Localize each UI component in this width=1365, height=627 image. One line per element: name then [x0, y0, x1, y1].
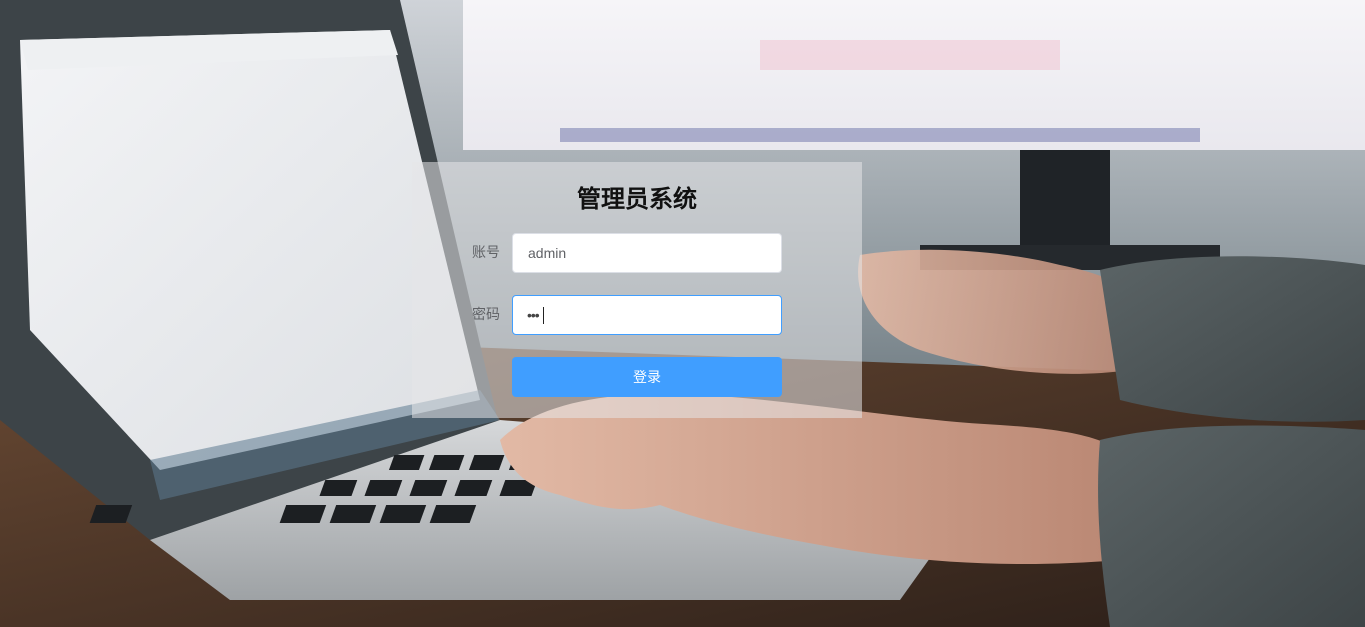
login-title: 管理员系统 [577, 185, 697, 213]
account-label: 账号 [472, 245, 500, 261]
account-input[interactable] [512, 233, 782, 273]
password-label: 密码 [472, 307, 500, 323]
login-panel: 管理员系统 账号 密码 ••• 登录 [412, 162, 862, 418]
account-row: 账号 [412, 233, 862, 273]
password-row: 密码 ••• [412, 295, 862, 335]
password-input[interactable] [512, 295, 782, 335]
login-button[interactable]: 登录 [512, 357, 782, 397]
